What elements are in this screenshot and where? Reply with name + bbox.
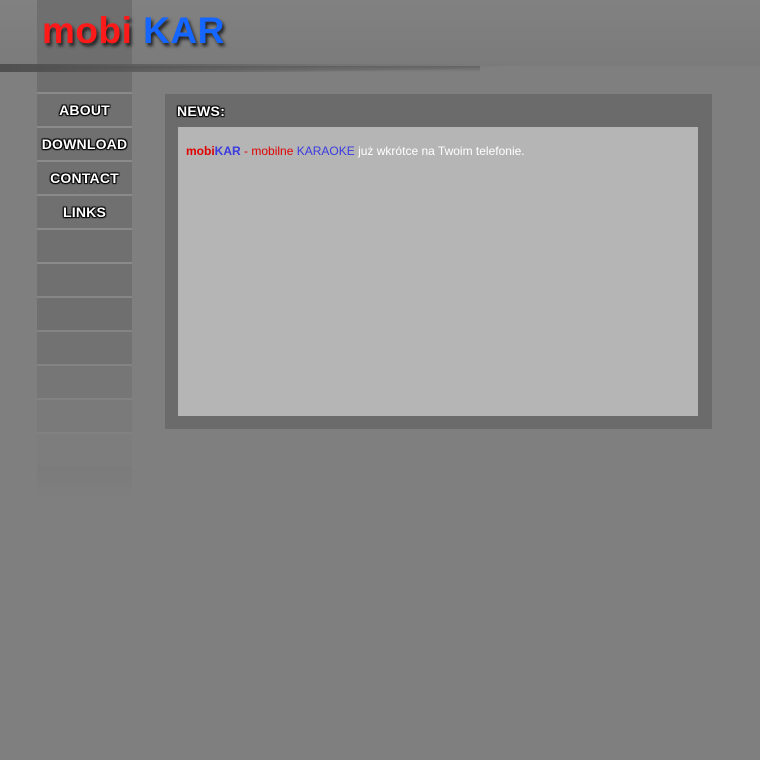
nav-empty-slot <box>37 330 132 364</box>
news-brand-kar: KAR <box>214 144 241 158</box>
nav-item-about[interactable]: ABOUT <box>37 92 132 126</box>
news-word-karaoke: KARAOKE <box>296 144 355 158</box>
nav-empty-slot <box>37 398 132 432</box>
nav-empty-slot <box>37 364 132 398</box>
nav-empty-slot <box>37 296 132 330</box>
logo[interactable]: mobi KAR <box>42 10 225 52</box>
logo-mobi: mobi <box>42 10 133 51</box>
news-word-mobilne: mobilne <box>251 144 294 158</box>
nav-item-download[interactable]: DOWNLOAD <box>37 126 132 160</box>
news-brand-mobi: mobi <box>186 144 215 158</box>
logo-kar: KAR <box>143 10 225 51</box>
news-separator: - <box>240 144 252 158</box>
main-nav: ABOUT DOWNLOAD CONTACT LINKS <box>37 92 132 466</box>
news-panel: NEWS: mobiKAR - mobilne KARAOKE już wkró… <box>165 94 712 429</box>
news-body: mobiKAR - mobilne KARAOKE już wkrótce na… <box>178 127 698 416</box>
news-title: NEWS: <box>177 103 226 119</box>
nav-empty-slot <box>37 228 132 262</box>
news-item: mobiKAR - mobilne KARAOKE już wkrótce na… <box>186 144 525 158</box>
header-shadow-fade <box>0 66 480 72</box>
nav-empty-slot <box>37 262 132 296</box>
nav-item-links[interactable]: LINKS <box>37 194 132 228</box>
nav-empty-slot <box>37 432 132 466</box>
news-text: już wkrótce na Twoim telefonie. <box>358 144 525 158</box>
nav-item-contact[interactable]: CONTACT <box>37 160 132 194</box>
